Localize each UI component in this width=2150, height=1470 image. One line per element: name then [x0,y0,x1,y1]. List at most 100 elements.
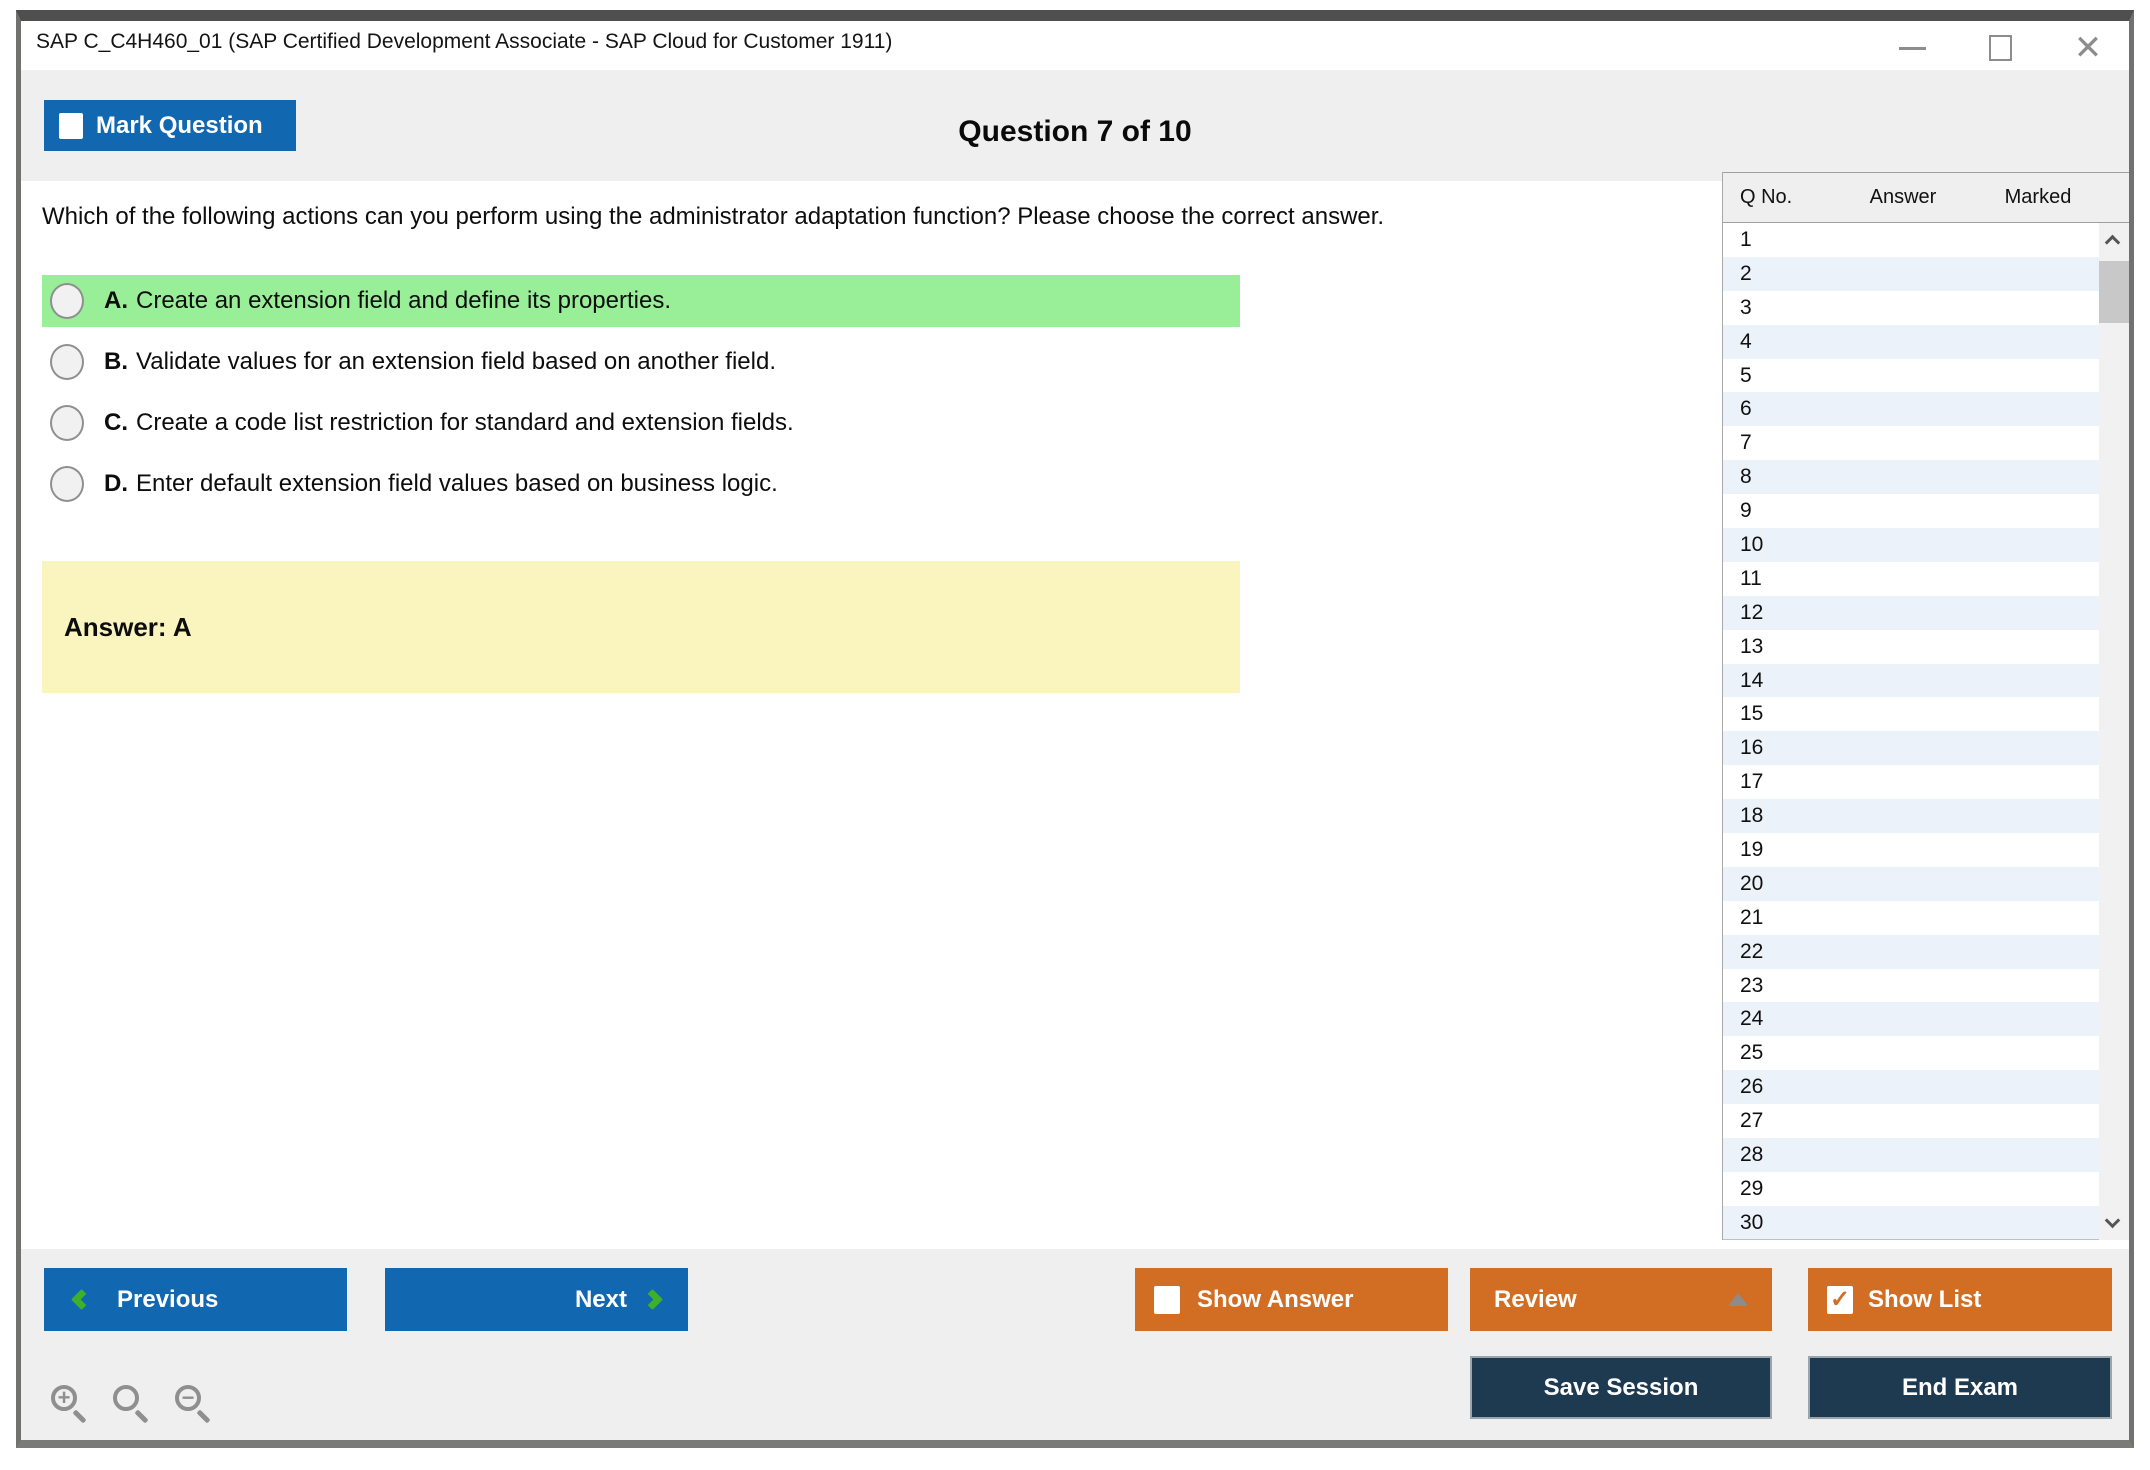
question-number: 29 [1740,1177,1763,1201]
question-list-row[interactable]: 12 [1723,596,2099,630]
question-number: 21 [1740,906,1763,930]
question-list-row[interactable]: 21 [1723,901,2099,935]
question-number: 11 [1740,567,1762,591]
question-list-row[interactable]: 20 [1723,867,2099,901]
question-list-row[interactable]: 23 [1723,969,2099,1003]
question-list-row[interactable]: 5 [1723,359,2099,393]
question-list-row[interactable]: 1 [1723,223,2099,257]
option-a-text: A.Create an extension field and define i… [104,287,671,315]
show-answer-checkbox[interactable] [1154,1286,1180,1314]
header-strip: Mark Question Question 7 of 10 [21,70,2129,181]
question-list-row[interactable]: 9 [1723,494,2099,528]
question-list-row[interactable]: 26 [1723,1070,2099,1104]
zoom-in-icon[interactable]: + [51,1385,89,1423]
radio-option-c[interactable] [50,405,84,441]
question-list-row[interactable]: 7 [1723,426,2099,460]
chevron-right-icon [642,1289,663,1310]
question-list-row[interactable]: 10 [1723,528,2099,562]
question-list-row[interactable]: 4 [1723,325,2099,359]
question-list-row[interactable]: 25 [1723,1036,2099,1070]
question-list-row[interactable]: 22 [1723,935,2099,969]
question-list-row[interactable]: 13 [1723,630,2099,664]
option-row-d[interactable]: D.Enter default extension field values b… [42,458,1240,510]
zoom-reset-icon[interactable] [113,1385,151,1423]
question-list-header: Q No. Answer Marked [1723,172,2129,223]
scroll-down-icon[interactable] [2105,1213,2121,1229]
save-session-button[interactable]: Save Session [1470,1356,1772,1419]
question-list-row[interactable]: 29 [1723,1172,2099,1206]
question-list-panel: Q No. Answer Marked 12345678910111213141… [1722,172,2129,1240]
question-list-row[interactable]: 3 [1723,291,2099,325]
option-row-c[interactable]: C.Create a code list restriction for sta… [42,397,1240,449]
question-number: 26 [1740,1075,1763,1099]
radio-option-a[interactable] [50,283,84,319]
column-marked: Marked [1978,186,2098,209]
question-list-scrollbar[interactable] [2099,223,2129,1240]
title-bar: SAP C_C4H460_01 (SAP Certified Developme… [21,21,2129,70]
question-list-row[interactable]: 18 [1723,799,2099,833]
review-button[interactable]: Review [1470,1268,1772,1331]
question-number: 22 [1740,940,1763,964]
option-row-a[interactable]: A.Create an extension field and define i… [42,275,1240,327]
question-list-row[interactable]: 19 [1723,833,2099,867]
question-number: 17 [1740,770,1763,794]
question-area: Which of the following actions can you p… [21,181,1722,1249]
question-number: 27 [1740,1109,1763,1133]
window-controls: ✕ [1897,33,2103,63]
scroll-up-icon[interactable] [2105,235,2121,251]
show-list-label: Show List [1868,1286,1981,1314]
option-b-text: B.Validate values for an extension field… [104,348,776,376]
question-list-row[interactable]: 27 [1723,1104,2099,1138]
maximize-button[interactable] [1985,33,2015,63]
show-list-checkbox[interactable]: ✓ [1827,1286,1853,1314]
question-number: 7 [1740,431,1752,455]
show-answer-label: Show Answer [1197,1286,1353,1314]
option-d-text: D.Enter default extension field values b… [104,470,778,498]
zoom-out-icon[interactable]: − [175,1385,213,1423]
question-number: 9 [1740,499,1752,523]
show-list-button[interactable]: ✓ Show List [1808,1268,2112,1331]
question-list-row[interactable]: 17 [1723,765,2099,799]
next-button[interactable]: Next [385,1268,688,1331]
option-row-b[interactable]: B.Validate values for an extension field… [42,336,1240,388]
answer-box: Answer: A [42,561,1240,693]
question-list-row[interactable]: 6 [1723,392,2099,426]
question-number: 18 [1740,804,1763,828]
question-number: 1 [1740,228,1752,252]
question-list-row[interactable]: 11 [1723,562,2099,596]
question-counter: Question 7 of 10 [21,115,2129,149]
question-list-row[interactable]: 14 [1723,664,2099,698]
minimize-button[interactable] [1897,33,1927,63]
show-answer-button[interactable]: Show Answer [1135,1268,1448,1331]
save-session-label: Save Session [1544,1374,1699,1402]
question-list-row[interactable]: 8 [1723,460,2099,494]
question-list-row[interactable]: 30 [1723,1206,2099,1240]
question-number: 2 [1740,262,1752,286]
previous-label: Previous [117,1286,218,1314]
previous-button[interactable]: Previous [44,1268,347,1331]
question-number: 13 [1740,635,1763,659]
question-list-row[interactable]: 15 [1723,697,2099,731]
exam-window: SAP C_C4H460_01 (SAP Certified Developme… [16,10,2134,1448]
minimize-icon [1899,47,1926,50]
question-list-row[interactable]: 24 [1723,1002,2099,1036]
question-number: 25 [1740,1041,1763,1065]
column-qno: Q No. [1740,186,1792,209]
question-number: 14 [1740,669,1763,693]
close-button[interactable]: ✕ [2073,33,2103,63]
radio-option-b[interactable] [50,344,84,380]
question-number: 15 [1740,702,1763,726]
question-list-row[interactable]: 16 [1723,731,2099,765]
scrollbar-thumb[interactable] [2099,261,2129,323]
question-list-row[interactable]: 28 [1723,1138,2099,1172]
question-number: 23 [1740,974,1763,998]
question-number: 24 [1740,1007,1763,1031]
end-exam-button[interactable]: End Exam [1808,1356,2112,1419]
window-title: SAP C_C4H460_01 (SAP Certified Developme… [36,30,892,54]
question-number: 16 [1740,736,1763,760]
question-number: 30 [1740,1211,1763,1235]
radio-option-d[interactable] [50,466,84,502]
question-list-row[interactable]: 2 [1723,257,2099,291]
checkmark-icon: ✓ [1830,1285,1850,1314]
question-number: 20 [1740,872,1763,896]
